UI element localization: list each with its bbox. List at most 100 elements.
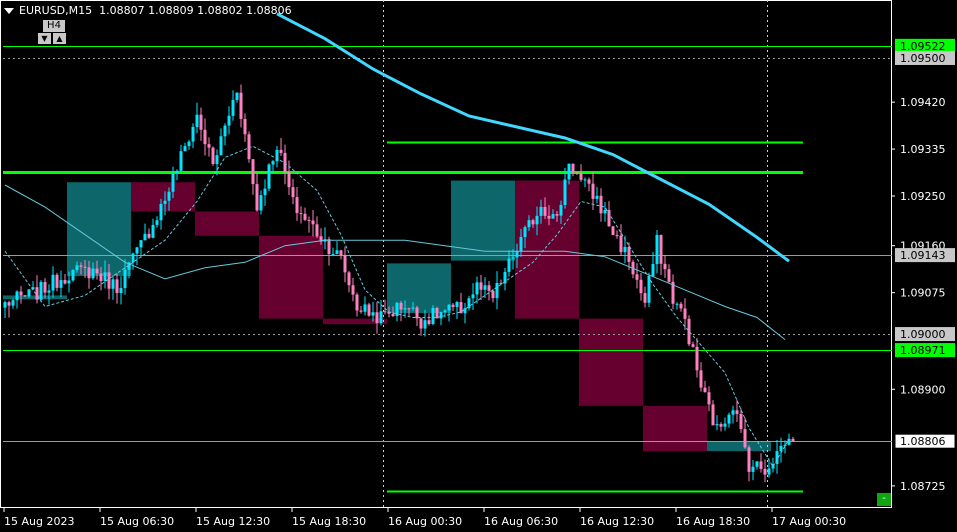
- h4-box: [579, 318, 643, 406]
- candle-body: [411, 307, 415, 309]
- candle-body: [587, 179, 591, 184]
- price-label-text: 1.09500: [900, 52, 946, 65]
- candle-body: [79, 265, 83, 267]
- h4-box: [259, 235, 323, 319]
- candle-body: [515, 251, 519, 258]
- candle-body: [343, 255, 347, 273]
- timeframe-label: H4: [43, 20, 65, 32]
- candle-body: [483, 285, 487, 290]
- candle-body: [759, 461, 763, 469]
- candle-body: [583, 179, 587, 181]
- x-tick-label: 15 Aug 2023: [4, 515, 74, 528]
- candle-body: [263, 188, 267, 196]
- candle-body: [131, 253, 135, 263]
- candle-body: [63, 280, 67, 284]
- price-label-text: 1.09522: [900, 40, 946, 53]
- candle-body: [247, 134, 251, 160]
- candle-body: [703, 387, 707, 393]
- candle-body: [291, 187, 295, 198]
- candle-body: [639, 279, 643, 294]
- candle-body: [23, 295, 27, 297]
- price-label-text: 1.09143: [900, 249, 946, 262]
- candle-body: [355, 294, 359, 311]
- candle-body: [19, 291, 23, 296]
- candle-body: [383, 311, 387, 313]
- x-tick-label: 15 Aug 12:30: [196, 515, 270, 528]
- y-tick-label: 1.09075: [900, 287, 946, 300]
- candle-body: [211, 147, 215, 164]
- candle-body: [519, 237, 523, 252]
- candle-body: [191, 126, 195, 142]
- candle-body: [167, 191, 171, 201]
- candle-body: [195, 114, 199, 127]
- candle-body: [351, 285, 355, 295]
- candle-body: [791, 438, 795, 442]
- candle-body: [235, 92, 239, 101]
- candle-body: [439, 312, 443, 319]
- x-tick-label: 16 Aug 18:30: [676, 515, 750, 528]
- candle-body: [607, 209, 611, 227]
- chart-menu-triangle-icon[interactable]: [4, 8, 14, 14]
- candle-body: [327, 239, 331, 254]
- corner-minus-button[interactable]: -: [877, 493, 891, 506]
- candle-body: [755, 461, 759, 467]
- candle-body: [479, 282, 483, 290]
- candle-body: [619, 235, 623, 253]
- candle-body: [155, 220, 159, 225]
- candle-body: [299, 213, 303, 215]
- candle-body: [111, 279, 115, 289]
- candle-body: [423, 320, 427, 329]
- candle-body: [91, 268, 95, 279]
- candle-body: [255, 184, 259, 211]
- candle-body: [207, 144, 211, 148]
- candle-body: [663, 263, 667, 270]
- candle-body: [603, 209, 607, 214]
- candle-body: [391, 313, 395, 316]
- candle-body: [15, 291, 19, 301]
- candle-body: [543, 206, 547, 216]
- candle-body: [691, 344, 695, 347]
- candle-body: [491, 290, 495, 299]
- candle-body: [451, 304, 455, 307]
- y-tick-label: 1.09420: [900, 96, 946, 109]
- candle-body: [407, 308, 411, 310]
- x-tick-label: 15 Aug 06:30: [100, 515, 174, 528]
- candle-body: [163, 200, 167, 204]
- candle-body: [259, 195, 263, 211]
- candle-body: [711, 404, 715, 426]
- candle-body: [475, 282, 479, 295]
- candle-body: [335, 250, 339, 254]
- candle-body: [719, 424, 723, 427]
- price-chart[interactable]: 1.094201.093351.092501.091601.090751.089…: [0, 0, 957, 532]
- timeframe-up-icon[interactable]: ▲: [53, 33, 66, 44]
- candle-body: [575, 172, 579, 174]
- candle-body: [47, 290, 51, 293]
- candle-body: [55, 274, 59, 288]
- candle-body: [747, 447, 751, 472]
- candle-body: [627, 246, 631, 262]
- candle-body: [115, 279, 119, 293]
- symbol-label: EURUSD,M15: [19, 4, 93, 17]
- candle-body: [739, 413, 743, 430]
- candle-body: [615, 235, 619, 237]
- x-tick-label: 16 Aug 12:30: [580, 515, 654, 528]
- candle-body: [171, 173, 175, 192]
- candle-body: [199, 114, 203, 130]
- candle-body: [379, 311, 383, 323]
- candle-body: [471, 294, 475, 299]
- candle-body: [279, 149, 283, 153]
- candle-body: [119, 288, 123, 293]
- timeframe-down-icon[interactable]: ▼: [38, 33, 51, 44]
- candle-body: [87, 267, 91, 279]
- candle-body: [699, 370, 703, 388]
- candle-body: [527, 220, 531, 228]
- candle-body: [431, 307, 435, 324]
- candle-body: [727, 414, 731, 424]
- candle-body: [375, 312, 379, 323]
- candle-body: [143, 233, 147, 241]
- candle-body: [763, 468, 767, 475]
- candle-body: [139, 240, 143, 248]
- candle-body: [731, 410, 735, 415]
- candle-body: [679, 303, 683, 309]
- candle-body: [347, 272, 351, 286]
